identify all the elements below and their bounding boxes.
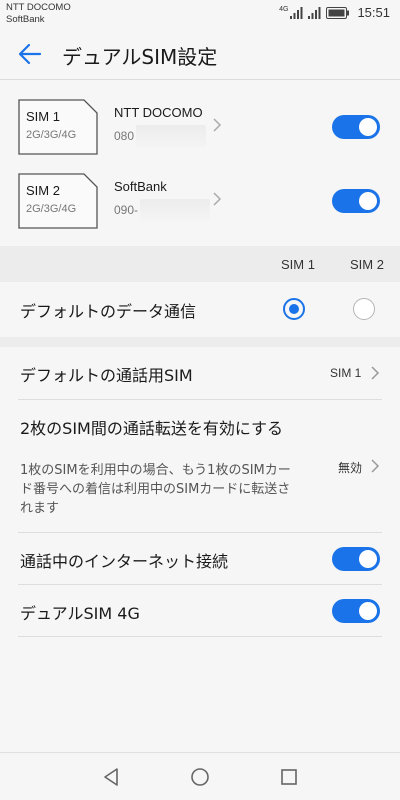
sim-2-bands: 2G/3G/4G [26,203,77,215]
signal-1-icon [290,6,303,19]
page-title: デュアルSIM設定 [62,45,218,69]
column-sim-1: SIM 1 [281,257,315,272]
dual-4g-toggle[interactable] [332,599,380,623]
dual-4g-label: デュアルSIM 4G [20,604,140,623]
default-call-label: デフォルトの通話用SIM [20,366,193,385]
signal-2-icon [308,6,321,19]
section-gap [0,337,400,347]
sim-1-slot-label: SIM 1 [26,109,60,124]
call-forward-value: 無効 [338,461,363,475]
divider [18,636,382,637]
carrier-labels: NTT DOCOMO SoftBank [6,2,71,26]
sim-2-number-redacted [140,199,210,221]
clock: 15:51 [357,5,390,20]
triangle-back-icon[interactable] [100,766,122,788]
navigation-bar [0,752,400,800]
chevron-right-icon [371,366,380,380]
column-sim-2: SIM 2 [350,257,384,272]
sim-1-operator: NTT DOCOMO [114,105,203,120]
circle-home-icon[interactable] [189,766,211,788]
call-forward-description: 1枚のSIMを利用中の場合、もう1枚のSIMカード番号への着信は利用中のSIMカ… [20,463,291,516]
sim-column-header: SIM 1 SIM 2 [0,246,400,282]
carrier-2-label: SoftBank [6,14,45,25]
default-data-sim-1-radio[interactable] [283,298,305,320]
app-bar: デュアルSIM設定 [0,28,400,80]
internet-during-call-toggle[interactable] [332,547,380,571]
battery-icon [326,6,350,19]
internet-during-call-label: 通話中のインターネット接続 [20,552,229,571]
arrow-left-icon[interactable] [16,40,44,68]
sim-1-row[interactable]: SIM 1 2G/3G/4G NTT DOCOMO 080 [0,99,400,171]
sim-card-2-icon: SIM 2 2G/3G/4G [18,173,98,229]
sim-1-number-redacted [136,125,206,147]
sim-1-bands: 2G/3G/4G [26,129,77,141]
network-badge: 4G [279,6,289,13]
square-recent-icon[interactable] [278,766,300,788]
default-data-sim-2-radio[interactable] [353,298,375,320]
default-call-row[interactable]: デフォルトの通話用SIM SIM 1 [0,347,400,399]
sim-2-slot-label: SIM 2 [26,183,60,198]
status-bar: NTT DOCOMO SoftBank 4G 15:51 [0,0,400,28]
sim-2-operator: SoftBank [114,179,167,194]
sim-1-number: 080 [114,129,135,143]
carrier-1-label: NTT DOCOMO [6,2,71,13]
sim-2-number: 090- [114,203,139,217]
divider [18,532,382,533]
sim-1-toggle[interactable] [332,115,380,139]
chevron-right-icon [213,192,222,206]
status-icons: 4G 15:51 [279,5,390,20]
divider [18,584,382,585]
sim-2-toggle[interactable] [332,189,380,213]
default-call-value: SIM 1 [330,366,362,380]
chevron-right-icon [213,118,222,132]
default-data-label: デフォルトのデータ通信 [20,302,197,321]
call-forward-title: 2枚のSIM間の通話転送を有効にする [20,419,284,438]
sim-2-row[interactable]: SIM 2 2G/3G/4G SoftBank 090- [0,173,400,245]
sim-card-1-icon: SIM 1 2G/3G/4G [18,99,98,155]
chevron-right-icon [371,459,380,473]
